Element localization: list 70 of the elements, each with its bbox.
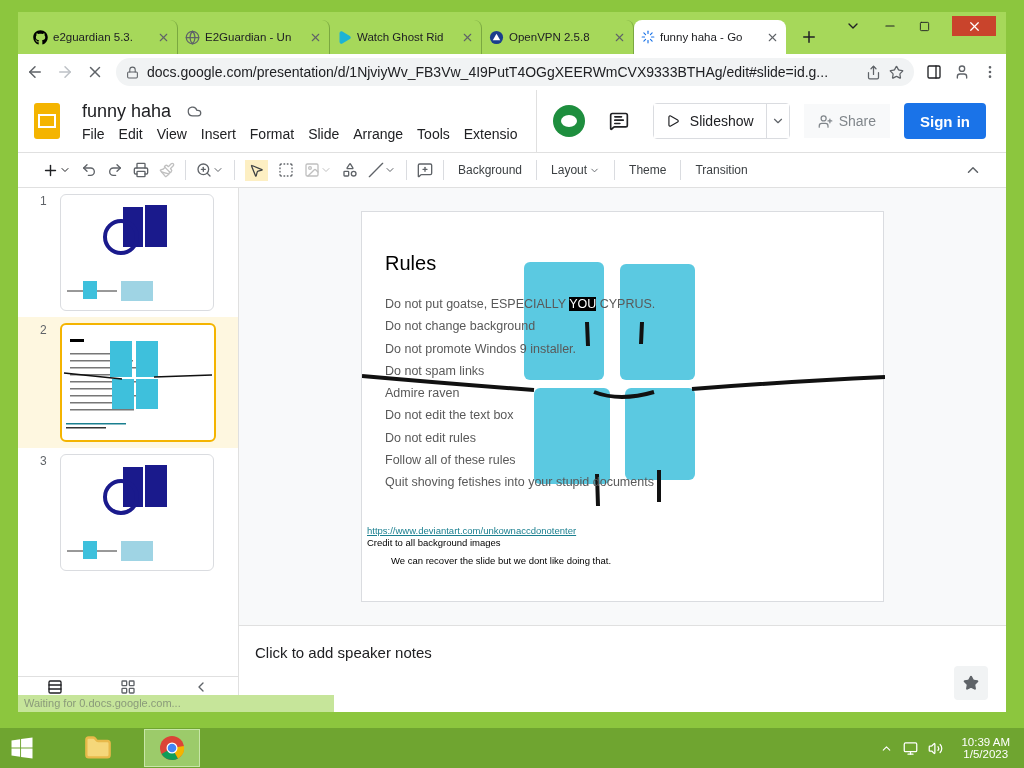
globe-icon — [185, 29, 200, 45]
menu-item[interactable]: Slide — [308, 125, 340, 142]
filmstrip-view-icon[interactable] — [46, 679, 63, 695]
undo-icon[interactable] — [81, 162, 97, 178]
triangle-circle-icon — [489, 29, 504, 45]
toolbar-button[interactable]: Background — [454, 160, 527, 180]
line-icon[interactable] — [368, 162, 396, 178]
menu-item[interactable]: Insert — [200, 125, 236, 142]
browser-tab[interactable]: funny haha - Go — [634, 20, 786, 54]
menu-item[interactable]: Extensio — [463, 125, 518, 142]
status-bubble: Waiting for 0.docs.google.com... — [18, 695, 334, 712]
slide-number: 3 — [40, 454, 48, 470]
close-icon[interactable] — [952, 16, 996, 36]
note-text: We can recover the slide but we dont like doing that. — [391, 555, 613, 567]
slide-number: 2 — [40, 323, 48, 339]
browser-icon[interactable] — [144, 729, 200, 767]
slide-title: Rules — [385, 252, 438, 275]
slideshow-button[interactable]: Slideshow — [653, 104, 767, 138]
menu-item[interactable]: Edit — [118, 125, 143, 142]
address-bar[interactable]: docs.google.com/presentation/d/1NjviyWv_FB3Vw_4I9PutT4OGgXEERWmCVX9333BTHAg/edit#slide=id.g... — [116, 58, 914, 86]
shapes-icon[interactable] — [342, 162, 358, 178]
share-icon[interactable] — [866, 64, 881, 80]
print-icon[interactable] — [133, 162, 149, 178]
slide-number: 1 — [40, 194, 48, 210]
menu-item[interactable]: File — [82, 125, 105, 142]
avatar-icon — [552, 105, 585, 137]
select-icon[interactable] — [245, 159, 268, 181]
add-comment-icon[interactable] — [417, 162, 433, 178]
rule-text: Do not edit the text box — [385, 408, 515, 423]
start-icon[interactable] — [10, 736, 34, 760]
menu-item[interactable]: Format — [249, 125, 295, 142]
new-tab-icon[interactable] — [800, 28, 818, 46]
grid-view-icon[interactable] — [120, 679, 136, 695]
text-box-icon[interactable] — [278, 162, 294, 178]
slide-thumbnail[interactable] — [60, 323, 216, 442]
menu-item[interactable]: Tools — [417, 125, 450, 142]
redo-icon[interactable] — [107, 162, 123, 178]
rule-text: Follow all of these rules — [385, 453, 517, 468]
toolbar-button[interactable]: Layout — [547, 160, 605, 180]
share-button[interactable]: Share — [803, 104, 890, 138]
lock-icon — [126, 65, 139, 79]
slide-thumbnail[interactable] — [60, 194, 214, 311]
deviantart-link[interactable]: https://www.deviantart.com/unkownaccdonotenter — [367, 525, 577, 537]
add-person-icon — [817, 113, 833, 129]
menu-item[interactable]: View — [156, 125, 187, 142]
maximize-icon[interactable] — [919, 20, 930, 32]
rule-text: Do not spam links — [385, 363, 486, 378]
profile-icon[interactable] — [954, 64, 970, 80]
document-title[interactable]: funny haha — [82, 100, 172, 122]
toolbar-button[interactable]: Transition — [691, 160, 752, 180]
back-icon[interactable] — [26, 63, 44, 81]
slide-thumbnail[interactable] — [60, 454, 214, 571]
side-panel-icon[interactable] — [926, 64, 942, 80]
play-icon — [337, 29, 352, 45]
sign-in-button[interactable]: Sign in — [904, 103, 986, 139]
menu-item[interactable]: Arrange — [353, 125, 404, 142]
star-icon[interactable] — [889, 64, 904, 80]
volume-icon[interactable] — [928, 740, 944, 756]
credit-text: Credit to all background images — [367, 537, 502, 549]
comment-icon[interactable] — [608, 111, 629, 131]
rule-text: Admire raven — [385, 386, 461, 401]
play-icon — [665, 114, 680, 128]
cloud-icon — [187, 103, 203, 119]
rule-text: Do not edit rules — [385, 430, 478, 445]
zoom-icon[interactable] — [196, 162, 224, 178]
github-icon — [33, 29, 48, 45]
network-icon[interactable] — [903, 740, 919, 756]
toolbar-button[interactable]: Theme — [625, 160, 671, 180]
speaker-notes-placeholder[interactable]: Click to add speaker notes — [255, 644, 432, 661]
loading-icon — [641, 30, 655, 44]
